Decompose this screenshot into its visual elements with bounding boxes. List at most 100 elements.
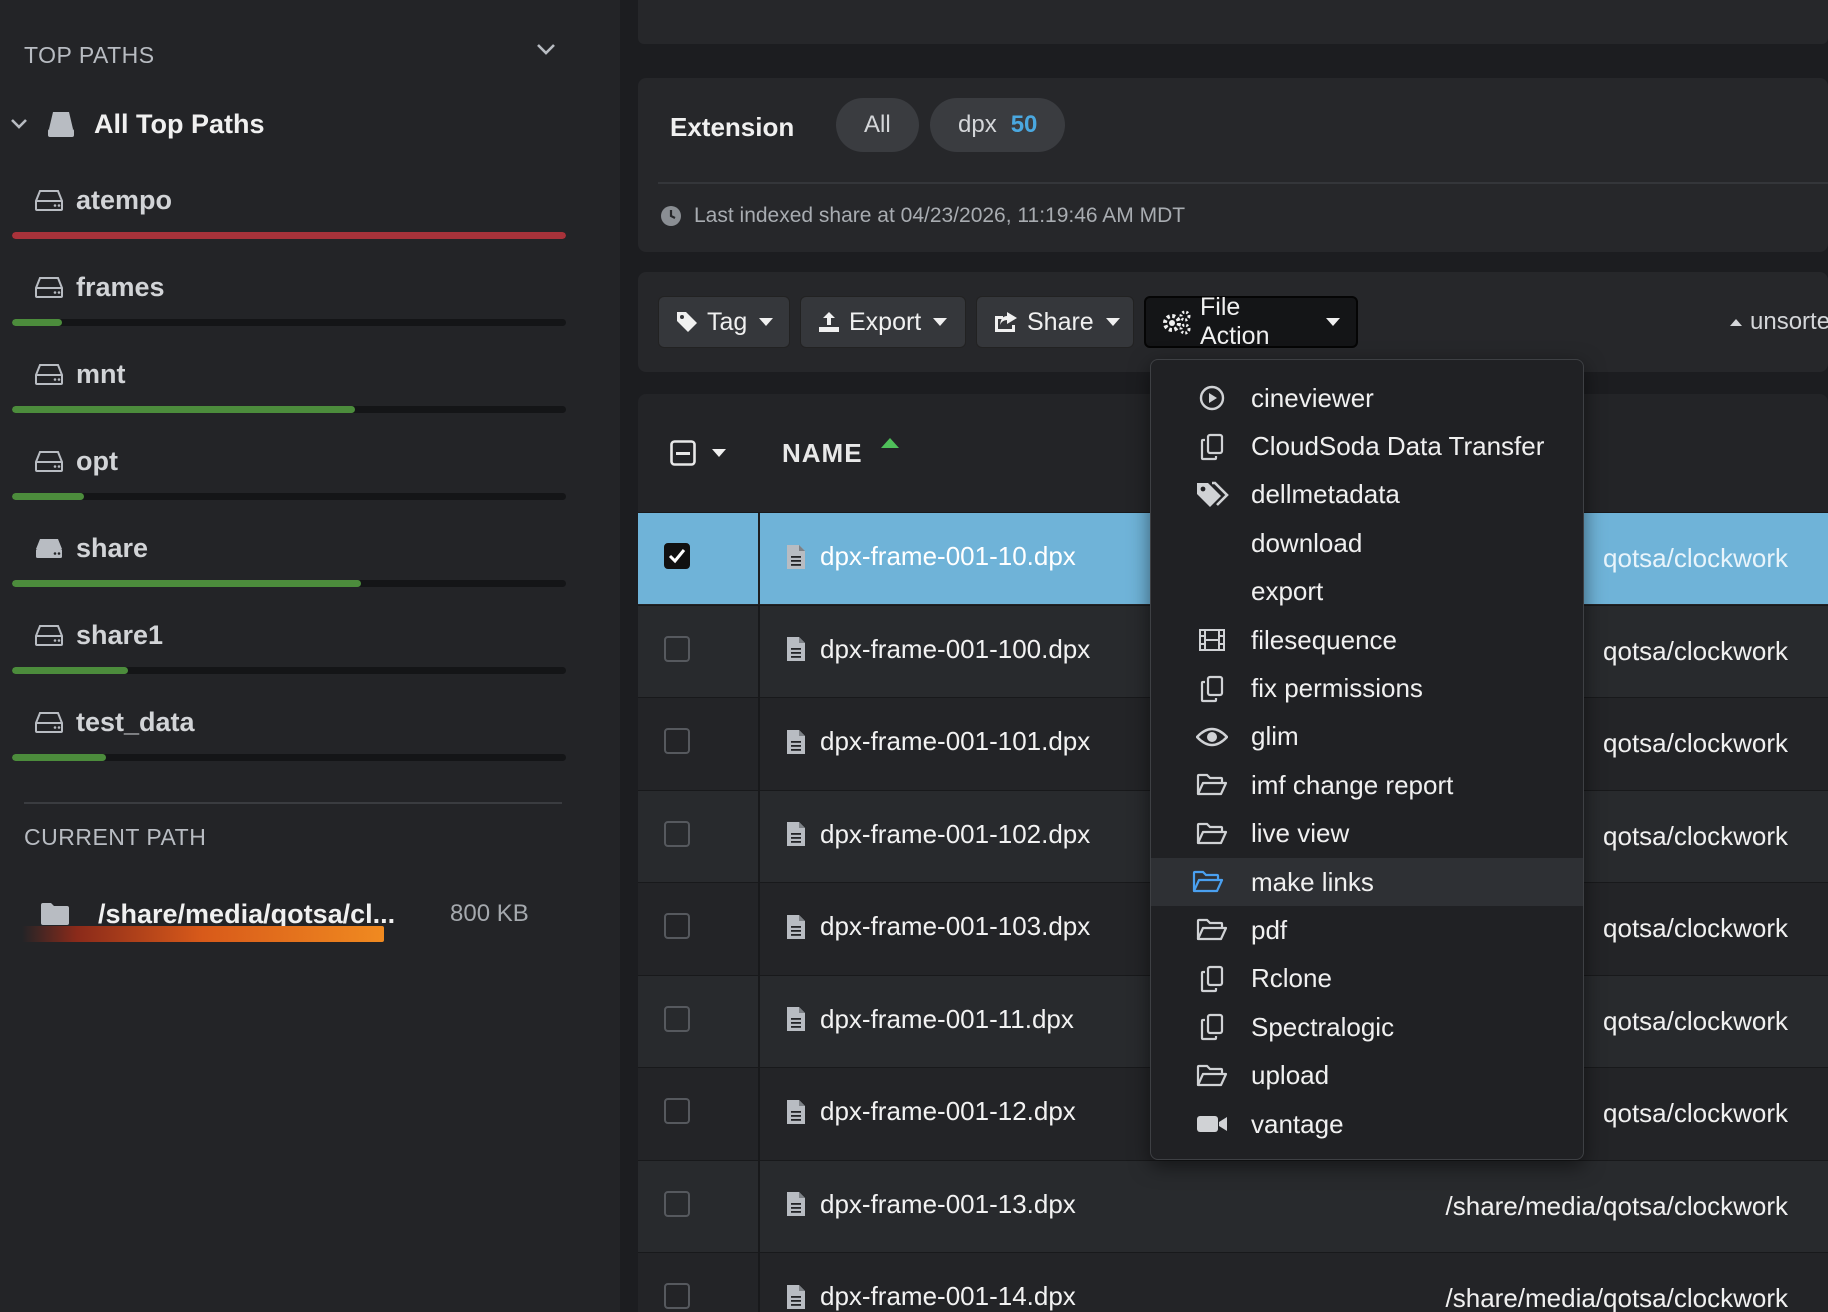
path-usage-fill: [12, 667, 129, 674]
row-checkbox[interactable]: [664, 1283, 690, 1309]
path-usage-fill: [12, 580, 362, 587]
column-divider: [758, 1160, 760, 1253]
path-name: share1: [76, 619, 164, 650]
sort-label: unsorted: [1750, 308, 1828, 335]
share-button[interactable]: Share: [976, 296, 1134, 348]
file-icon: [786, 1099, 806, 1125]
file-name-cell[interactable]: dpx-frame-001-100.dpx: [786, 634, 1090, 665]
sidebar-path-atempo[interactable]: atempo: [0, 180, 580, 260]
file-path: qotsa/clockwork: [1603, 543, 1788, 573]
file-name-cell[interactable]: dpx-frame-001-13.dpx: [786, 1189, 1076, 1220]
chevron-down-icon[interactable]: [10, 118, 28, 130]
caret-down-icon[interactable]: [712, 449, 726, 457]
tag-label: Tag: [707, 307, 748, 336]
menu-item-vantage[interactable]: vantage: [1151, 1100, 1583, 1148]
file-name-cell[interactable]: dpx-frame-001-11.dpx: [786, 1004, 1074, 1035]
menu-item-cineviewer[interactable]: cineviewer: [1151, 374, 1583, 422]
row-checkbox[interactable]: [664, 728, 690, 754]
path-usage-fill: [12, 754, 107, 761]
sidebar-path-share[interactable]: share: [0, 528, 580, 608]
name-header-label: NAME: [782, 438, 863, 468]
hard-drive-icon: [34, 536, 64, 560]
file-name-cell[interactable]: dpx-frame-001-14.dpx: [786, 1281, 1076, 1312]
menu-item-icon-slot: [1191, 628, 1233, 652]
path-usage-fill: [12, 493, 85, 500]
menu-item-filesequence[interactable]: filesequence: [1151, 616, 1583, 664]
menu-item-export[interactable]: export: [1151, 568, 1583, 616]
menu-item-live-view[interactable]: live view: [1151, 810, 1583, 858]
sidebar-path-mnt[interactable]: mnt: [0, 354, 580, 434]
sidebar: TOP PATHS All Top Paths atempo frames mnt o…: [0, 0, 620, 1312]
hard-drive-outline-icon: [34, 449, 64, 473]
folder-open-icon: [1192, 870, 1224, 894]
copy-icon: [1200, 675, 1224, 703]
row-checkbox[interactable]: [664, 820, 690, 847]
file-name-cell[interactable]: dpx-frame-001-101.dpx: [786, 726, 1090, 757]
folder-open-icon: [1196, 1064, 1228, 1088]
path-usage-fill: [12, 232, 566, 239]
column-divider: [758, 513, 760, 605]
menu-item-fix-permissions[interactable]: fix permissions: [1151, 664, 1583, 712]
sidebar-path-opt[interactable]: opt: [0, 441, 580, 521]
menu-item-spectralogic[interactable]: Spectralogic: [1151, 1003, 1583, 1051]
column-divider: [758, 975, 760, 1068]
chevron-down-icon[interactable]: [536, 42, 556, 56]
sort-selector[interactable]: unsorted: [1730, 308, 1828, 336]
file-name-cell[interactable]: dpx-frame-001-103.dpx: [786, 911, 1090, 942]
copy-icon: [1200, 965, 1224, 993]
file-name-cell[interactable]: dpx-frame-001-12.dpx: [786, 1096, 1076, 1127]
menu-item-glim[interactable]: glim: [1151, 713, 1583, 761]
menu-item-pdf[interactable]: pdf: [1151, 906, 1583, 954]
sort-ascending-icon: [880, 438, 899, 448]
table-row[interactable]: dpx-frame-001-13.dpx/share/media/qotsa/c…: [638, 1159, 1828, 1253]
path-usage-bar: [12, 580, 566, 587]
sidebar-divider: [24, 802, 562, 804]
sidebar-path-share1[interactable]: share1: [0, 615, 580, 695]
path-row: atempo: [34, 180, 172, 220]
menu-item-dellmetadata[interactable]: dellmetadata: [1151, 471, 1583, 519]
menu-item-label: filesequence: [1251, 624, 1397, 655]
name-column-header[interactable]: NAME: [782, 438, 899, 469]
row-checkbox[interactable]: [664, 1190, 690, 1217]
file-name-cell[interactable]: dpx-frame-001-102.dpx: [786, 819, 1090, 850]
table-row[interactable]: dpx-frame-001-14.dpx/share/media/qotsa/c…: [638, 1252, 1828, 1312]
sidebar-path-frames[interactable]: frames: [0, 267, 580, 347]
path-row: frames: [34, 267, 165, 307]
menu-item-download[interactable]: download: [1151, 519, 1583, 567]
row-checkbox[interactable]: [664, 635, 690, 662]
hard-drive-outline-icon: [34, 710, 64, 734]
all-top-paths[interactable]: All Top Paths: [10, 104, 265, 144]
file-name: dpx-frame-001-101.dpx: [820, 726, 1091, 756]
menu-item-make-links[interactable]: make links: [1151, 857, 1583, 907]
file-name: dpx-frame-001-14.dpx: [820, 1281, 1076, 1311]
minus-square-icon[interactable]: [670, 440, 696, 466]
hard-drive-outline-icon: [34, 188, 64, 212]
export-icon: [817, 310, 841, 334]
menu-item-cloudsoda-data-transfer[interactable]: CloudSoda Data Transfer: [1151, 422, 1583, 470]
top-strip: [638, 0, 1828, 44]
row-checkbox[interactable]: [664, 913, 690, 939]
file-icon: [786, 1191, 806, 1217]
menu-item-upload[interactable]: upload: [1151, 1051, 1583, 1099]
folder-open-icon: [1196, 773, 1228, 797]
export-button[interactable]: Export: [800, 296, 966, 348]
file-action-button[interactable]: File Action: [1144, 293, 1358, 350]
file-name: dpx-frame-001-102.dpx: [820, 818, 1091, 849]
row-checkbox[interactable]: [664, 1098, 690, 1124]
folder-open-icon: [1196, 822, 1228, 846]
menu-item-imf-change-report[interactable]: imf change report: [1151, 761, 1583, 809]
menu-item-icon-slot: [1191, 965, 1233, 993]
filter-all-button[interactable]: All: [836, 98, 919, 152]
select-all-control[interactable]: [670, 440, 726, 466]
menu-item-label: make links: [1251, 866, 1374, 897]
menu-item-icon-slot: [1191, 918, 1233, 942]
file-name-cell[interactable]: dpx-frame-001-10.dpx: [786, 541, 1076, 572]
sidebar-path-test-data[interactable]: test_data: [0, 702, 580, 782]
export-label: Export: [849, 307, 922, 336]
path-row: opt: [34, 441, 118, 481]
menu-item-rclone[interactable]: Rclone: [1151, 955, 1583, 1003]
tag-button[interactable]: Tag: [658, 296, 790, 348]
row-checkbox[interactable]: [664, 1005, 690, 1032]
row-checkbox[interactable]: [664, 543, 690, 569]
filter-dpx-button[interactable]: dpx 50: [930, 98, 1066, 152]
